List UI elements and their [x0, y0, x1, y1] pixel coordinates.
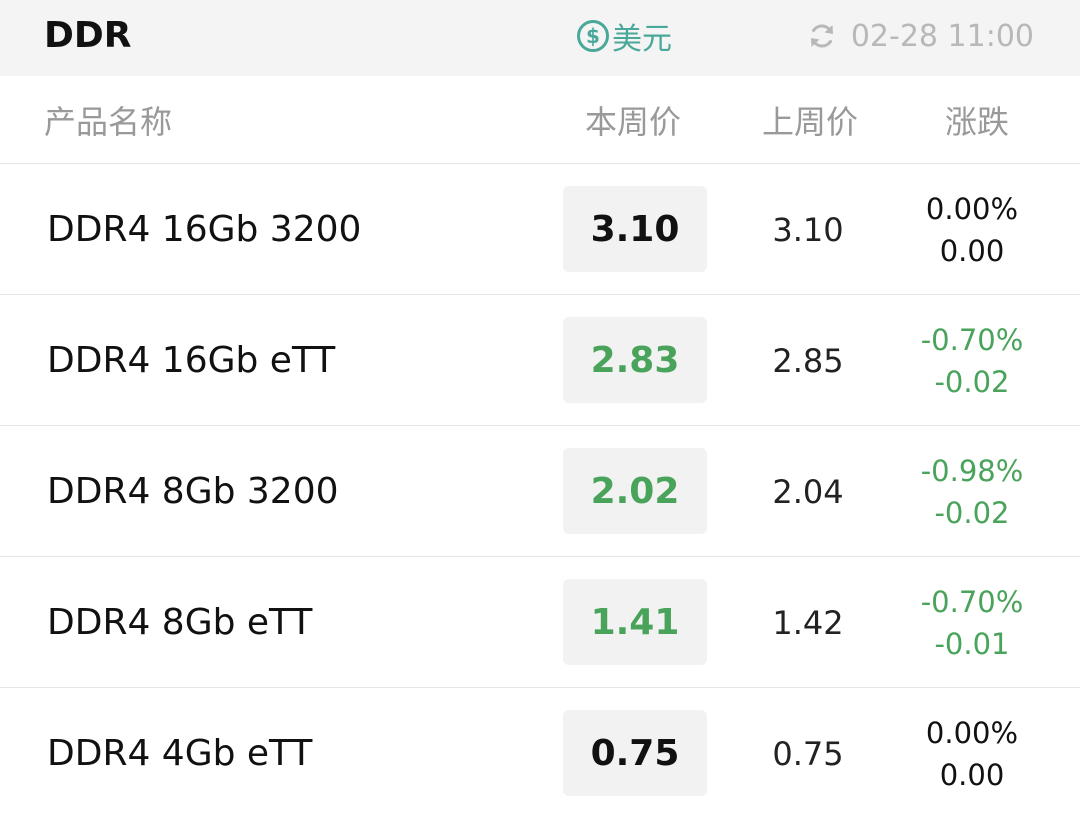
table-header: 产品名称 本周价 上周价 涨跌	[0, 76, 1080, 164]
product-name: DDR4 16Gb 3200	[47, 209, 362, 250]
last-week-price: 2.85	[772, 341, 844, 380]
last-week-price: 0.75	[772, 734, 844, 773]
column-header-last-week[interactable]: 上周价	[762, 102, 858, 142]
product-name: DDR4 8Gb 3200	[47, 471, 339, 512]
table-row[interactable]: DDR4 4Gb eTT 0.75 0.75 0.00% 0.00	[0, 688, 1080, 819]
change-amount: -0.01	[934, 627, 1010, 661]
table-row[interactable]: DDR4 8Gb 3200 2.02 2.04 -0.98% -0.02	[0, 426, 1080, 557]
change-percent: 0.00%	[925, 192, 1019, 226]
change-percent: -0.98%	[920, 454, 1024, 488]
column-header-this-week[interactable]: 本周价	[585, 102, 681, 142]
last-week-price: 2.04	[772, 472, 844, 511]
top-bar: DDR $ 美元 02-28 11:00	[0, 0, 1080, 76]
update-time: 02-28 11:00	[850, 18, 1034, 54]
change-percent: 0.00%	[925, 716, 1019, 750]
price-change: -0.70% -0.02	[900, 319, 1044, 403]
refresh-icon[interactable]	[807, 21, 837, 51]
this-week-price: 2.83	[563, 317, 707, 403]
update-info: 02-28 11:00	[807, 16, 1034, 56]
page-title: DDR	[44, 15, 132, 56]
change-amount: 0.00	[939, 758, 1005, 792]
this-week-price: 3.10	[563, 186, 707, 272]
column-header-name: 产品名称	[44, 103, 173, 141]
this-week-price: 1.41	[563, 579, 707, 665]
change-amount: -0.02	[934, 365, 1010, 399]
this-week-price: 0.75	[563, 710, 707, 796]
column-header-change[interactable]: 涨跌	[945, 102, 1009, 142]
change-amount: 0.00	[939, 234, 1005, 268]
table-row[interactable]: DDR4 16Gb 3200 3.10 3.10 0.00% 0.00	[0, 164, 1080, 295]
last-week-price: 3.10	[772, 210, 844, 249]
price-table: DDR4 16Gb 3200 3.10 3.10 0.00% 0.00 DDR4…	[0, 164, 1080, 819]
change-percent: -0.70%	[920, 323, 1024, 357]
this-week-price: 2.02	[563, 448, 707, 534]
product-name: DDR4 8Gb eTT	[47, 602, 313, 643]
change-amount: -0.02	[934, 496, 1010, 530]
price-change: -0.70% -0.01	[900, 581, 1044, 665]
price-change: 0.00% 0.00	[900, 188, 1044, 272]
change-percent: -0.70%	[920, 585, 1024, 619]
dollar-coin-icon: $	[577, 20, 609, 52]
product-name: DDR4 4Gb eTT	[47, 733, 313, 774]
currency-label: 美元	[612, 22, 672, 57]
last-week-price: 1.42	[772, 603, 844, 642]
table-row[interactable]: DDR4 8Gb eTT 1.41 1.42 -0.70% -0.01	[0, 557, 1080, 688]
price-change: 0.00% 0.00	[900, 712, 1044, 796]
currency-toggle[interactable]: $ 美元	[577, 16, 672, 57]
table-row[interactable]: DDR4 16Gb eTT 2.83 2.85 -0.70% -0.02	[0, 295, 1080, 426]
product-name: DDR4 16Gb eTT	[47, 340, 336, 381]
price-change: -0.98% -0.02	[900, 450, 1044, 534]
